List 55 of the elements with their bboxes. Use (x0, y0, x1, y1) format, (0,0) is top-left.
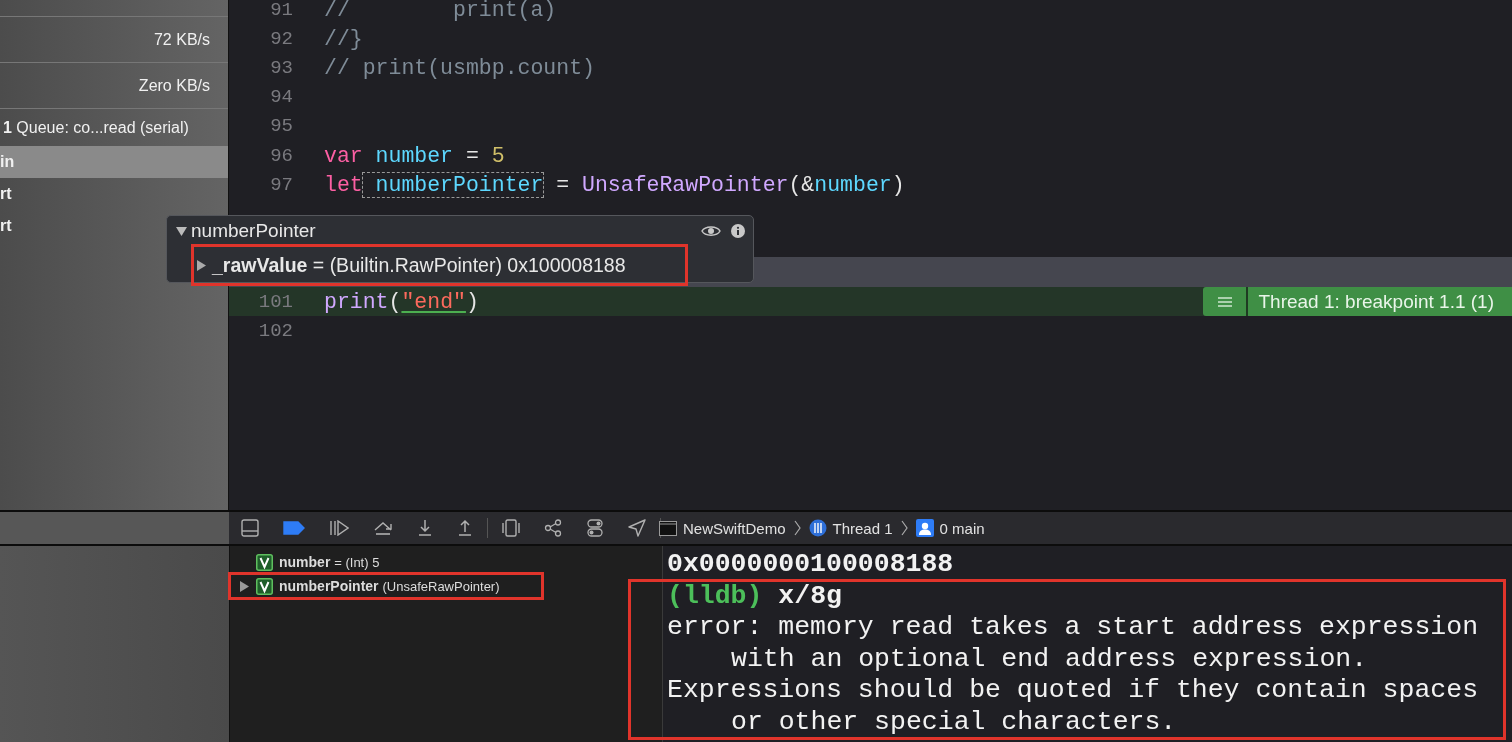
memory-graph-icon[interactable] (544, 519, 562, 537)
code-line: // print(a) (324, 0, 557, 22)
chevron-icon (900, 520, 908, 536)
console-message: with an optional end address expression. (730, 643, 1369, 675)
code-line: //} (324, 26, 363, 51)
breakpoint-badge[interactable]: Thread 1: breakpoint 1.1 (1) (1203, 286, 1512, 317)
menu-lines-icon (1216, 295, 1233, 308)
line-number: 96 (269, 144, 293, 167)
line-number: 93 (269, 56, 293, 79)
variable-badge-icon (256, 577, 273, 595)
code-line: let numberPointer = UnsafeRawPointer(&number) (324, 172, 905, 197)
console-command: (lldb) x/8g (667, 580, 843, 612)
toggles-icon[interactable] (586, 519, 604, 537)
view-hierarchy-icon[interactable] (502, 519, 520, 537)
variable-badge-icon (256, 553, 273, 571)
console-message: or other special characters. (730, 706, 1178, 738)
continue-icon[interactable] (329, 520, 349, 536)
breadcrumb-item[interactable]: NewSwiftDemo (659, 519, 786, 537)
disclosure-triangle-icon[interactable] (176, 225, 187, 237)
disclosure-triangle-icon[interactable] (240, 580, 249, 592)
disclosure-triangle-icon[interactable] (197, 259, 206, 271)
breadcrumb-item[interactable]: Thread 1 (808, 519, 893, 537)
code-line: // print(usmbp.count) (324, 55, 595, 80)
line-number: 95 (269, 115, 293, 138)
variable-entry[interactable]: numberPointer (UnsafeRawPointer) (279, 578, 500, 594)
variable-name: numberPointer (191, 220, 317, 243)
breakpoint-icon[interactable] (283, 521, 305, 535)
step-over-icon[interactable] (373, 520, 393, 536)
line-number: 92 (269, 27, 293, 50)
line-number: 94 (269, 86, 293, 109)
console-output: 0x0000000100008188 (667, 549, 955, 581)
variable-entry[interactable]: number = (Int) 5 (279, 554, 380, 570)
code-line: var number = 5 (324, 143, 505, 168)
variable-value: _rawValue = (Builtin.RawPointer) 0x100008188 (212, 253, 626, 277)
code-line: print("end") (324, 289, 479, 314)
terminal-window-icon (659, 520, 677, 536)
line-number: 91 (269, 0, 293, 21)
rate-row[interactable]: 72 KB/s (0, 16, 228, 62)
console-message: Expressions should be quoted if they contain spaces (667, 675, 1480, 707)
line-number: 101 (257, 290, 293, 313)
person-icon (915, 519, 934, 537)
step-into-icon[interactable] (417, 519, 433, 537)
breadcrumb-item[interactable]: 0 main (915, 519, 985, 537)
info-icon[interactable] (731, 224, 745, 239)
chevron-icon (793, 520, 801, 536)
step-out-icon[interactable] (457, 519, 473, 537)
thread-icon (808, 519, 827, 537)
location-arrow-icon[interactable] (628, 519, 646, 537)
stack-frame-row[interactable]: rt (0, 178, 228, 210)
panel-toggle-icon[interactable] (241, 519, 259, 537)
line-number: 102 (257, 319, 293, 342)
console-message: error: memory read takes a start address expression (667, 612, 1480, 644)
line-number: 97 (269, 173, 293, 196)
rate-row[interactable]: Zero KB/s (0, 62, 228, 108)
eye-icon[interactable] (701, 224, 721, 239)
